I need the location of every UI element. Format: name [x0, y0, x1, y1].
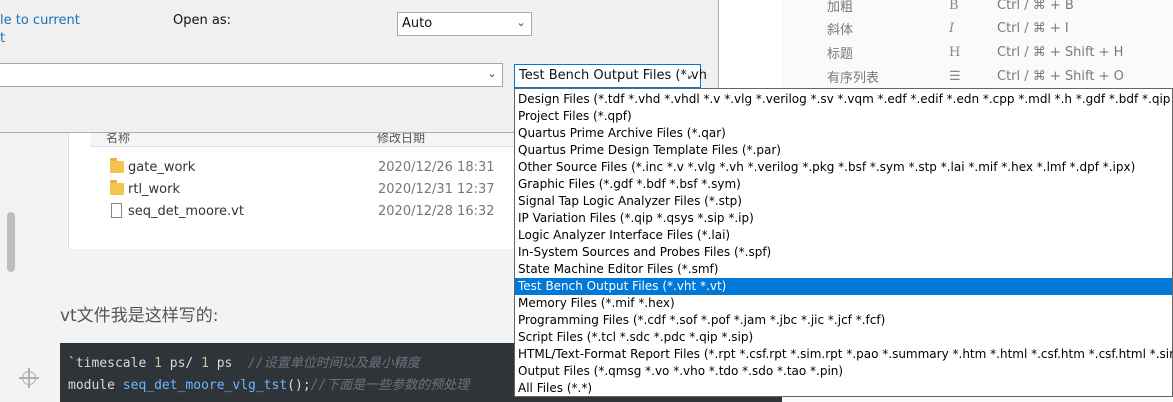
shortcut-keys: Ctrl / ⌘ + B	[997, 0, 1074, 13]
code-text: ps/	[161, 356, 202, 371]
file-date: 2020/12/31 12:37	[378, 182, 495, 197]
file-row: seq_det_moore.vt 2020/12/28 16:32	[108, 201, 518, 223]
shortcut-name: 标题	[827, 46, 854, 62]
file-date: 2020/12/26 18:31	[378, 160, 495, 175]
file-type-option[interactable]: Memory Files (*.mif *.hex)	[515, 295, 1172, 312]
code-number: 1	[154, 356, 162, 371]
code-text: ps	[208, 356, 233, 371]
file-type-option[interactable]: State Machine Editor Files (*.smf)	[515, 261, 1172, 278]
file-type-option[interactable]: HTML/Text-Format Report Files (*.rpt *.c…	[515, 346, 1172, 363]
file-name: seq_det_moore.vt	[128, 204, 244, 219]
file-type-option[interactable]: Graphic Files (*.gdf *.bdf *.bsf *.sym)	[515, 176, 1172, 193]
list-icon: ☰	[949, 68, 961, 84]
folder-icon	[110, 180, 124, 195]
code-line: module seq_det_moore_vlg_tst();//下面是一些参数…	[68, 374, 469, 393]
file-date: 2020/12/28 16:32	[378, 204, 495, 219]
file-type-option[interactable]: Design Files (*.tdf *.vhd *.vhdl *.v *.v…	[515, 91, 1172, 108]
shortcut-ordered-list: 有序列表 ☰ Ctrl / ⌘ + Shift + O	[827, 65, 1173, 87]
code-comment: //设置单位时间以及最小精度	[248, 356, 420, 371]
file-type-option[interactable]: Logic Analyzer Interface Files (*.lai)	[515, 227, 1172, 244]
shortcut-name: 斜体	[827, 22, 854, 38]
article-paragraph: vt文件我是这样写的:	[60, 306, 219, 326]
file-type-option[interactable]: Script Files (*.tcl *.sdc *.pdc *.qip *.…	[515, 329, 1172, 346]
file-row: rtl_work 2020/12/31 12:37	[108, 179, 518, 201]
current-location-link[interactable]: le to current t	[0, 12, 80, 48]
file-type-option[interactable]: Output Files (*.qmsg *.vo *.vho *.tdo *.…	[515, 363, 1172, 380]
file-name: rtl_work	[128, 182, 181, 197]
file-type-option[interactable]: Quartus Prime Design Template Files (*.p…	[515, 142, 1172, 159]
shortcut-keys: Ctrl / ⌘ + I	[997, 20, 1069, 36]
file-type-option[interactable]: Signal Tap Logic Analyzer Files (*.stp)	[515, 193, 1172, 210]
open-as-select[interactable]: Auto ⌄	[397, 12, 532, 36]
document-icon	[111, 203, 122, 218]
shortcut-name: 加粗	[827, 0, 854, 15]
code-keyword: module	[68, 378, 123, 393]
open-as-label: Open as:	[173, 13, 231, 28]
file-type-option[interactable]: Quartus Prime Archive Files (*.qar)	[515, 125, 1172, 142]
file-type-option[interactable]: IP Variation Files (*.qip *.qsys *.sip *…	[515, 210, 1172, 227]
shortcut-keys: Ctrl / ⌘ + Shift + H	[997, 44, 1124, 60]
file-type-option[interactable]: Project Files (*.qpf)	[515, 108, 1172, 125]
shortcut-italic: 斜体 I Ctrl / ⌘ + I	[827, 17, 1173, 39]
file-type-select[interactable]: Test Bench Output Files (*.vh ⌄	[514, 64, 707, 88]
code-text: ();	[287, 378, 311, 393]
code-comment: //下面是一些参数的预处理	[310, 378, 470, 393]
italic-icon: I	[949, 20, 955, 36]
shortcut-keys: Ctrl / ⌘ + Shift + O	[997, 68, 1124, 84]
file-type-option[interactable]: In-System Sources and Probes Files (*.sp…	[515, 244, 1172, 261]
shortcut-heading: 标题 H Ctrl / ⌘ + Shift + H	[827, 41, 1173, 63]
folder-icon	[110, 158, 124, 173]
crosshair-icon[interactable]	[19, 368, 39, 388]
file-type-option[interactable]: Other Source Files (*.inc *.v *.vlg *.vh…	[515, 159, 1172, 176]
code-number: 1	[201, 356, 209, 371]
file-type-option[interactable]: Programming Files (*.cdf *.sof *.pof *.j…	[515, 312, 1172, 329]
code-line: `timescale 1 ps/ 1 ps //设置单位时间以及最小精度	[68, 352, 420, 371]
chevron-down-icon: ⌄	[685, 68, 695, 81]
heading-icon: H	[949, 44, 961, 60]
shortcut-name: 有序列表	[827, 70, 880, 86]
file-type-option[interactable]: All Files (*.*)	[515, 380, 1172, 396]
file-type-value: Test Bench Output Files (*.vh	[519, 68, 707, 83]
file-name: gate_work	[128, 160, 196, 175]
code-keyword: `timescale	[68, 356, 147, 371]
file-row: gate_work 2020/12/26 18:31	[108, 157, 518, 179]
bold-icon: B	[949, 0, 959, 13]
editor-scrollbar[interactable]	[7, 212, 15, 272]
file-name-combobox[interactable]: ⌄	[0, 63, 503, 87]
file-type-dropdown: Design Files (*.tdf *.vhd *.vhdl *.v *.v…	[514, 88, 1173, 397]
chevron-down-icon: ⌄	[516, 16, 526, 29]
file-type-option-selected[interactable]: Test Bench Output Files (*.vht *.vt)	[515, 278, 1172, 295]
open-as-value: Auto	[402, 16, 433, 31]
chevron-down-icon[interactable]: ⌄	[486, 67, 498, 81]
code-identifier: seq_det_moore_vlg_tst	[122, 378, 288, 393]
shortcut-bold: 加粗 B Ctrl / ⌘ + B	[827, 0, 1173, 16]
